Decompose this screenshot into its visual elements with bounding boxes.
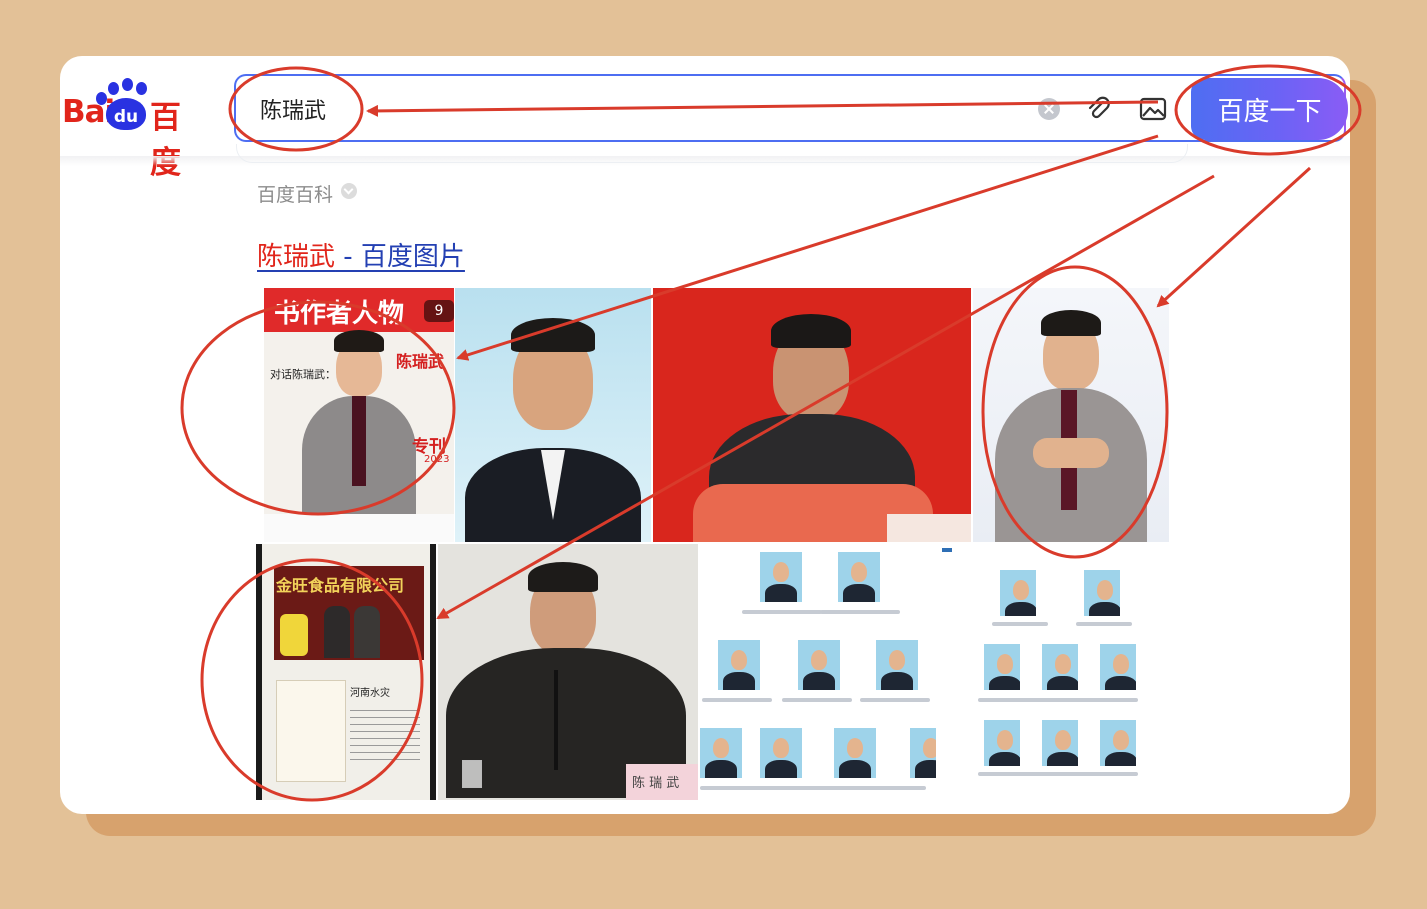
- title-keyword: 陈瑞武: [257, 242, 336, 272]
- mini-portrait: [700, 728, 742, 778]
- search-result-card: Bai du 百度 百度一下 百度百科 陈瑞武 - 百度图片 书作者人物 9 陈…: [60, 56, 1350, 814]
- mini-portrait: [876, 640, 918, 690]
- logo-paw-toe: [96, 92, 107, 105]
- studio-portrait-thumbnail[interactable]: [973, 288, 1169, 542]
- logo-paw-toe: [108, 82, 119, 95]
- mini-portrait: [838, 552, 880, 602]
- meeting-speaker-hair: [528, 562, 598, 592]
- certificate-document: [276, 680, 346, 782]
- page-header-mark: [942, 548, 952, 552]
- mini-caption-line: [742, 610, 822, 614]
- official-portrait-thumbnail[interactable]: [455, 288, 651, 542]
- mini-portrait: [910, 728, 936, 778]
- mini-portrait: [798, 640, 840, 690]
- studio-person-hands: [1033, 438, 1109, 468]
- logo-paw-toe: [136, 82, 147, 95]
- image-result-title[interactable]: 陈瑞武 - 百度图片: [257, 236, 465, 273]
- cover-person-tie: [352, 396, 366, 486]
- speaker-hair: [771, 314, 851, 348]
- magazine-person-name: 陈瑞武: [396, 352, 445, 371]
- mini-portrait: [1042, 720, 1078, 766]
- mini-portrait: [718, 640, 760, 690]
- leadership-grid-thumbnail-1[interactable]: [700, 544, 936, 800]
- search-box: [234, 74, 1346, 142]
- cover-person-hair: [334, 330, 384, 352]
- mascot-figure: [280, 614, 308, 656]
- mini-caption-line: [1076, 622, 1132, 626]
- document-title: 河南水灾: [350, 688, 390, 699]
- search-button[interactable]: 百度一下: [1191, 78, 1348, 140]
- magazine-year: 2023: [424, 454, 450, 465]
- logo-paw-icon: du: [106, 98, 146, 130]
- title-rest: - 百度图片: [335, 242, 465, 272]
- mini-caption-line: [978, 698, 1138, 702]
- mini-caption-line: [978, 772, 1138, 776]
- microphone-stand: [554, 670, 558, 770]
- mini-portrait: [1042, 644, 1078, 690]
- mini-caption-line: [820, 610, 900, 614]
- mini-portrait: [760, 552, 802, 602]
- magazine-masthead: 书作者人物: [274, 299, 405, 329]
- clear-icon[interactable]: [1038, 98, 1060, 120]
- nameplate-text: 陈 瑞 武: [632, 776, 680, 791]
- meeting-speaker-thumbnail[interactable]: 陈 瑞 武: [438, 544, 698, 800]
- mini-portrait: [1084, 570, 1120, 616]
- leadership-grid-thumbnail-2[interactable]: [938, 544, 1168, 800]
- mini-portrait: [984, 644, 1020, 690]
- portrait-hair: [511, 318, 595, 352]
- document-body-lines: [350, 704, 420, 764]
- mini-caption-line: [702, 698, 772, 702]
- chevron-down-icon[interactable]: [341, 183, 357, 199]
- conference-speaker-thumbnail[interactable]: [653, 288, 971, 542]
- logo-paw-toe: [122, 78, 133, 91]
- person-figure: [324, 606, 350, 658]
- mini-portrait: [834, 728, 876, 778]
- mini-portrait: [760, 728, 802, 778]
- image-count-badge: 9: [424, 300, 454, 322]
- water-glass: [462, 760, 482, 788]
- magazine-cover-thumbnail[interactable]: 书作者人物 9 陈瑞武 对话陈瑞武： 专刊 2023: [264, 288, 454, 542]
- previous-result-edge: [236, 144, 1188, 163]
- mini-portrait: [1100, 644, 1136, 690]
- search-input[interactable]: [258, 89, 962, 129]
- mini-caption-line: [782, 698, 852, 702]
- mini-caption-line: [700, 786, 926, 790]
- mini-portrait: [1100, 720, 1136, 766]
- logo-text-cn: 百度: [150, 100, 181, 181]
- baidu-logo[interactable]: Bai du 百度: [60, 76, 210, 181]
- paperclip-icon[interactable]: [1084, 94, 1114, 124]
- company-banner-text: 金旺食品有限公司: [276, 576, 405, 595]
- image-search-icon[interactable]: [1138, 94, 1168, 124]
- baike-source-label: 百度百科: [257, 184, 334, 206]
- speaker-nameplate: [887, 514, 971, 542]
- studio-person-hair: [1041, 310, 1101, 336]
- mini-portrait: [1000, 570, 1036, 616]
- donation-document-thumbnail[interactable]: 金旺食品有限公司 河南水灾: [256, 544, 436, 800]
- mini-portrait: [984, 720, 1020, 766]
- mini-caption-line: [860, 698, 930, 702]
- person-figure: [354, 606, 380, 658]
- mini-caption-line: [992, 622, 1048, 626]
- magazine-headline: 对话陈瑞武：: [270, 368, 336, 381]
- magazine-footer: [264, 514, 454, 542]
